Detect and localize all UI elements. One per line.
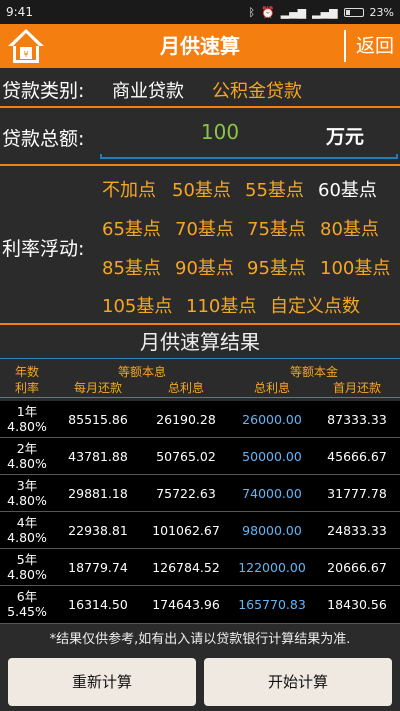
- row-monthly: 22938.81: [68, 523, 128, 538]
- row-term: 6年 5.45%: [7, 589, 47, 619]
- reset-button[interactable]: 重新计算: [8, 658, 196, 706]
- row-interest1: 101062.67: [152, 523, 220, 538]
- results-title: 月供速算结果: [140, 330, 260, 354]
- row-interest1: 75722.63: [156, 486, 216, 501]
- rate-option[interactable]: 110基点: [186, 292, 256, 318]
- header-total-interest-1: 总利息: [167, 381, 204, 395]
- rate-option-selected[interactable]: 60基点: [318, 176, 377, 202]
- row-interest1: 50765.02: [156, 449, 216, 464]
- table-row: 2年 4.80% 43781.88 50765.02 50000.00 45666…: [0, 438, 400, 475]
- rate-float-label: 利率浮动:: [2, 238, 85, 260]
- home-button[interactable]: ¥: [6, 26, 46, 66]
- input-underline: [100, 154, 398, 159]
- row-first: 20666.67: [327, 560, 387, 575]
- rate-option[interactable]: 80基点: [320, 215, 379, 241]
- rate-option[interactable]: 85基点: [102, 254, 161, 280]
- bottom-bar: 重新计算 开始计算: [0, 650, 400, 711]
- rate-option[interactable]: 70基点: [175, 215, 234, 241]
- status-bar: 9:41 ᛒ ⏰ ▂▄▆ ▂▄▆ 23%: [0, 0, 400, 24]
- row-interest2: 165770.83: [238, 597, 306, 612]
- rate-option[interactable]: 90基点: [175, 254, 234, 280]
- status-time: 9:41: [6, 5, 33, 19]
- signal2-icon: ▂▄▆: [312, 5, 338, 19]
- table-row: 3年 4.80% 29881.18 75722.63 74000.00 31777…: [0, 475, 400, 512]
- status-icons: ᛒ ⏰ ▂▄▆ ▂▄▆ 23%: [248, 6, 394, 19]
- row-interest2: 26000.00: [242, 412, 302, 427]
- row-first: 18430.56: [327, 597, 387, 612]
- row-monthly: 29881.18: [68, 486, 128, 501]
- divider: [0, 164, 400, 166]
- rate-option[interactable]: 95基点: [247, 254, 306, 280]
- table-row: 5年 4.80% 18779.74 126784.52 122000.00 206…: [0, 549, 400, 586]
- row-term: 2年 4.80%: [7, 441, 47, 471]
- battery-icon: [343, 7, 364, 17]
- table-row: 6年 5.45% 16314.50 174643.96 165770.83 184…: [0, 586, 400, 624]
- back-button[interactable]: 返回: [343, 30, 394, 62]
- loan-amount-input[interactable]: 100: [110, 120, 330, 150]
- row-first: 45666.67: [327, 449, 387, 464]
- row-monthly: 85515.86: [68, 412, 128, 427]
- app-bar: ¥ 月供速算 返回: [0, 24, 400, 68]
- bluetooth-icon: ᛒ: [248, 5, 256, 19]
- header-monthly: 每月还款: [73, 381, 122, 395]
- row-monthly: 18779.74: [68, 560, 128, 575]
- rate-option[interactable]: 65基点: [102, 215, 161, 241]
- start-button[interactable]: 开始计算: [204, 658, 392, 706]
- row-term: 3年 4.80%: [7, 478, 47, 508]
- loan-amount-unit: 万元: [326, 126, 365, 148]
- divider: [0, 106, 400, 108]
- header-equal-principal: 等额本金: [289, 365, 338, 379]
- row-monthly: 16314.50: [68, 597, 128, 612]
- row-interest1: 26190.28: [156, 412, 216, 427]
- table-row: 1年 4.80% 85515.86 26190.28 26000.00 87333…: [0, 401, 400, 438]
- disclaimer-note: *结果仅供参考,如有出入请以贷款银行计算结果为准.: [49, 632, 351, 647]
- signal-icon: ▂▄▆: [280, 5, 307, 19]
- loan-amount-label: 贷款总额:: [2, 128, 85, 150]
- svg-text:¥: ¥: [23, 50, 28, 59]
- rate-option[interactable]: 55基点: [245, 176, 304, 202]
- row-interest2: 50000.00: [242, 449, 302, 464]
- rate-option[interactable]: 自定义点数: [270, 292, 360, 318]
- battery-level: 23%: [369, 5, 394, 19]
- row-term: 4年 4.80%: [7, 515, 47, 545]
- rate-option[interactable]: 50基点: [172, 176, 231, 202]
- row-term: 5年 4.80%: [7, 552, 47, 582]
- row-first: 31777.78: [327, 486, 387, 501]
- page-title: 月供速算: [160, 34, 240, 58]
- row-interest1: 174643.96: [152, 597, 220, 612]
- row-interest2: 74000.00: [242, 486, 302, 501]
- results-table-header: 年数 利率 等额本息 每月还款 总利息 等额本金 总利息 首月还款: [0, 358, 400, 398]
- row-interest2: 122000.00: [238, 560, 306, 575]
- house-icon: ¥: [8, 29, 44, 63]
- header-first-month: 首月还款: [332, 381, 381, 395]
- row-interest1: 126784.52: [152, 560, 220, 575]
- divider: [0, 323, 400, 325]
- table-row: 4年 4.80% 22938.81 101062.67 98000.00 2483…: [0, 512, 400, 549]
- row-first: 24833.33: [327, 523, 387, 538]
- alarm-icon: ⏰: [261, 5, 275, 19]
- header-equal-interest: 等额本息: [117, 365, 166, 379]
- header-rate: 利率: [14, 381, 39, 395]
- row-term: 1年 4.80%: [7, 404, 47, 434]
- rate-option[interactable]: 100基点: [320, 254, 390, 280]
- row-interest2: 98000.00: [242, 523, 302, 538]
- header-total-interest-2: 总利息: [253, 381, 290, 395]
- loan-type-label: 贷款类别:: [2, 80, 85, 102]
- option-provident-fund-loan[interactable]: 公积金贷款: [212, 77, 302, 103]
- rate-option[interactable]: 105基点: [102, 292, 172, 318]
- header-term: 年数: [14, 365, 39, 379]
- rate-option[interactable]: 不加点: [102, 176, 156, 202]
- row-first: 87333.33: [327, 412, 387, 427]
- option-commercial-loan[interactable]: 商业贷款: [112, 77, 184, 103]
- row-monthly: 43781.88: [68, 449, 128, 464]
- rate-option[interactable]: 75基点: [247, 215, 306, 241]
